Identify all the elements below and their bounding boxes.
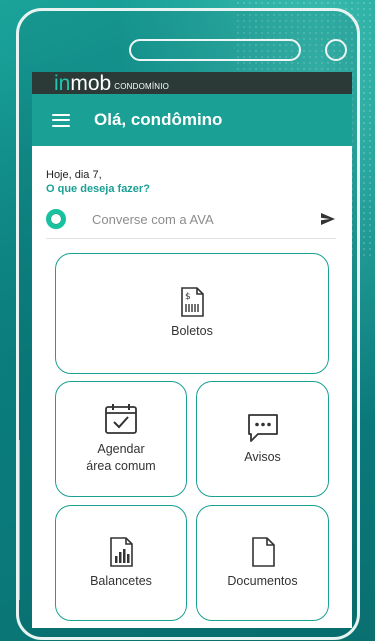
- agendar-label-line2: área comum: [86, 459, 156, 473]
- boletos-button[interactable]: $ Boletos: [55, 253, 329, 374]
- brand-bar: in mob CONDOMÍNIO: [32, 72, 352, 94]
- chat-bubble-icon: [246, 413, 280, 443]
- agendar-label: Agendar área comum: [86, 441, 155, 475]
- ava-icon: [46, 209, 66, 229]
- app-screen: in mob CONDOMÍNIO Olá, condômino Hoje, di…: [32, 72, 352, 628]
- balancetes-label: Balancetes: [90, 573, 152, 588]
- balancetes-button[interactable]: Balancetes: [55, 505, 187, 621]
- ava-chat-input[interactable]: Converse com a AVA: [46, 200, 336, 239]
- boleto-icon: $: [179, 287, 205, 317]
- app-header: Olá, condômino: [32, 94, 352, 146]
- agendar-label-line1: Agendar: [97, 442, 145, 456]
- calendar-check-icon: [104, 403, 138, 435]
- report-chart-icon: [108, 536, 134, 567]
- brand-logo-in: in: [54, 72, 71, 95]
- avisos-label: Avisos: [244, 449, 281, 464]
- documentos-button[interactable]: Documentos: [196, 505, 329, 621]
- chat-placeholder[interactable]: Converse com a AVA: [92, 212, 320, 227]
- documentos-label: Documentos: [227, 573, 298, 588]
- greeting-question: O que deseja fazer?: [46, 183, 150, 195]
- greeting-date: Hoje, dia 7,: [46, 169, 102, 181]
- page-title: Olá, condômino: [94, 110, 223, 129]
- phone-speaker: [129, 39, 301, 61]
- send-icon[interactable]: [320, 212, 336, 226]
- greeting: Hoje, dia 7, O que deseja fazer?: [32, 146, 352, 196]
- avisos-button[interactable]: Avisos: [196, 381, 329, 497]
- agendar-area-comum-button[interactable]: Agendar área comum: [55, 381, 187, 497]
- svg-text:$: $: [185, 292, 191, 302]
- brand-logo-sub: CONDOMÍNIO: [114, 82, 170, 91]
- brand-logo-mob: mob: [70, 72, 112, 95]
- document-icon: [250, 536, 276, 567]
- boletos-label: Boletos: [171, 324, 213, 338]
- menu-icon[interactable]: [52, 113, 70, 127]
- phone-camera: [325, 39, 347, 61]
